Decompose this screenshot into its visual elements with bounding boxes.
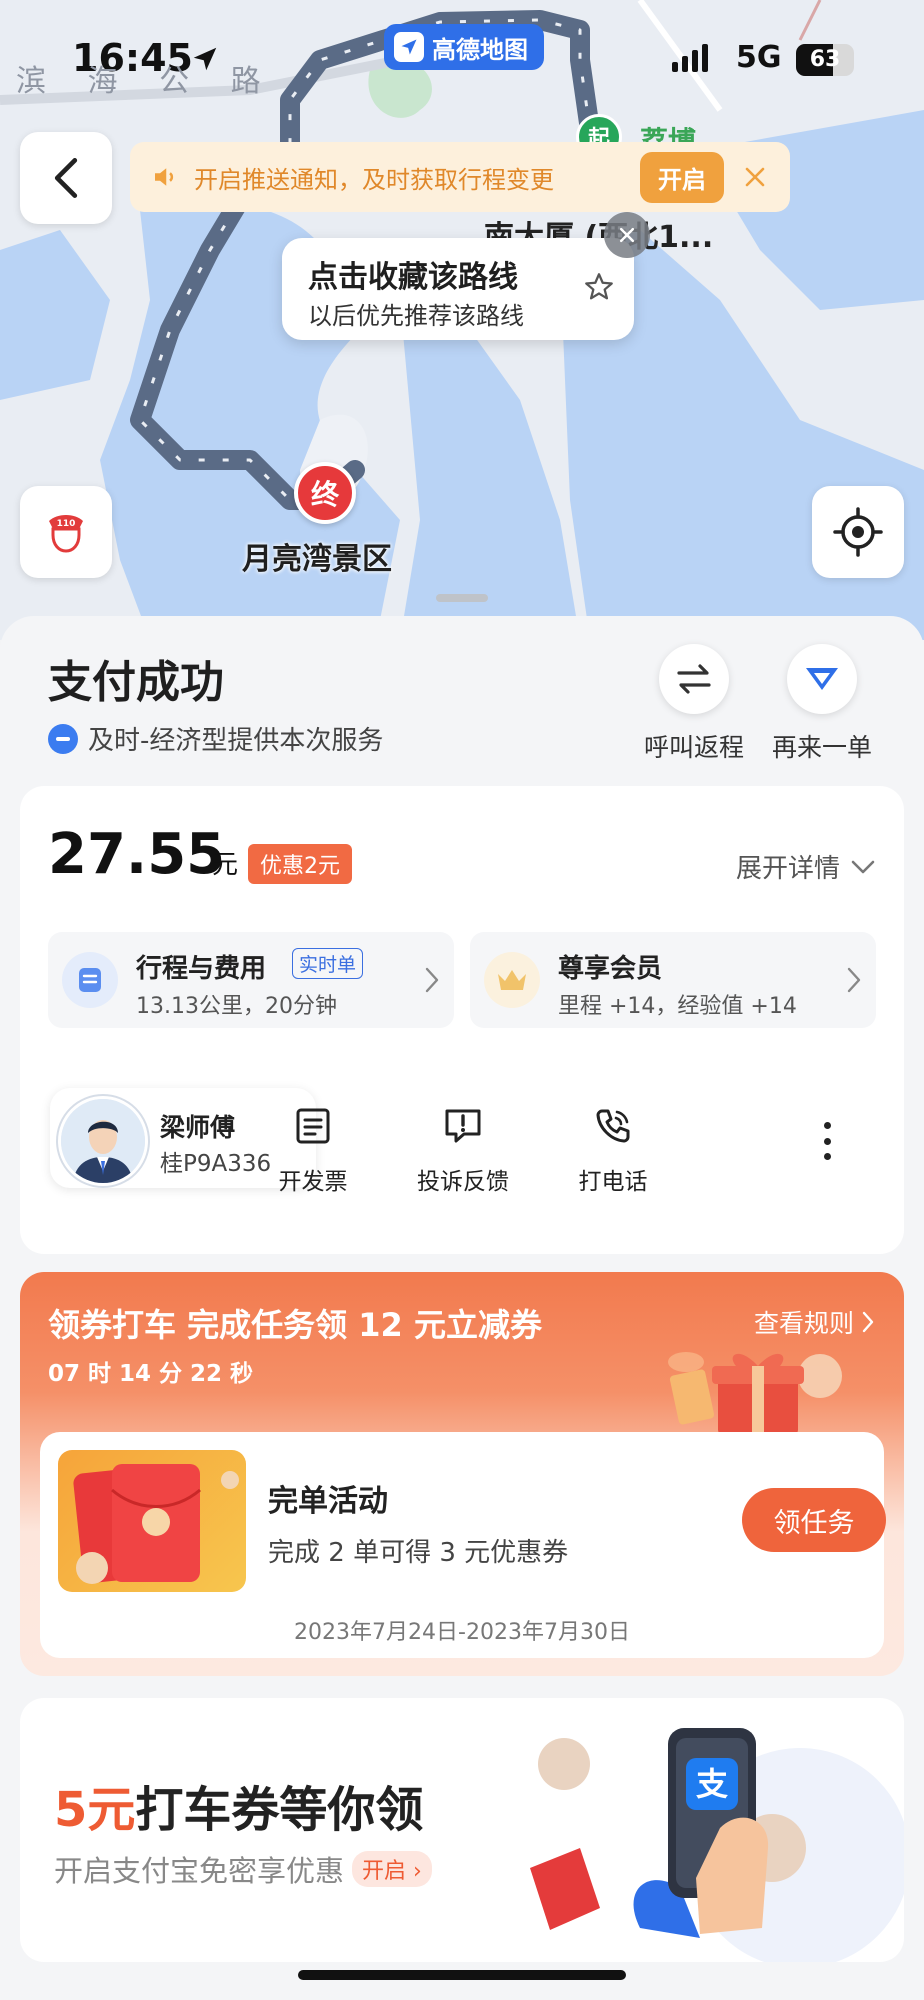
- alipay-promo-subtitle-text: 开启支付宝免密享优惠: [54, 1854, 345, 1888]
- speaker-icon: [150, 160, 184, 194]
- back-button[interactable]: [20, 132, 112, 224]
- enable-notification-button[interactable]: 开启: [640, 151, 724, 203]
- complaint-feedback-label: 投诉反馈: [417, 1169, 509, 1195]
- service-provider: 及时-经济型提供本次服务: [48, 720, 383, 757]
- sheet-drag-handle[interactable]: [436, 594, 488, 602]
- destination-label: 月亮湾景区: [242, 542, 392, 577]
- alipay-open-button[interactable]: 开启 ›: [352, 1851, 432, 1887]
- invoice-button[interactable]: 开发票: [248, 1104, 378, 1196]
- network-type: 5G: [736, 40, 782, 75]
- fare-unit: 元: [212, 850, 239, 880]
- alipay-open-label: 开启: [362, 1859, 407, 1884]
- alipay-promo-amount: 5元: [54, 1782, 136, 1838]
- more-options-button[interactable]: [812, 1116, 842, 1166]
- alipay-logo-glyph: 支: [696, 1765, 728, 1803]
- invoice-label: 开发票: [278, 1169, 348, 1195]
- promo-title: 领券打车 完成任务领 12 元立减券: [48, 1306, 542, 1344]
- reorder-button[interactable]: 再来一单: [762, 644, 882, 764]
- send-icon: [787, 644, 857, 714]
- task-card: 完单活动 完成 2 单可得 3 元优惠券 领任务 2023年7月24日-2023…: [40, 1432, 886, 1658]
- route-map[interactable]: 16:45 高德地图 5G 63 滨 海 公 路 起 荔博 南大厦 (西北1..…: [0, 0, 924, 640]
- crosshair-icon: [833, 507, 883, 557]
- provider-logo-icon: [48, 723, 78, 754]
- chevron-right-icon: [862, 1311, 874, 1333]
- alipay-promo-card[interactable]: 5元打车券等你领 开启支付宝免密享优惠 开启 › 支: [20, 1698, 904, 1962]
- provider-text: 及时-经济型提供本次服务: [88, 726, 384, 756]
- red-envelope-image: [58, 1450, 246, 1592]
- svg-text:110: 110: [57, 519, 76, 529]
- trip-fee-subtitle: 13.13公里，20分钟: [136, 994, 337, 1019]
- page-title: 支付成功: [48, 657, 224, 708]
- battery-icon: 63: [796, 44, 854, 76]
- realtime-badge: 实时单: [292, 948, 364, 979]
- chevron-down-icon: [851, 860, 875, 873]
- invoice-icon: [248, 1104, 378, 1148]
- star-icon[interactable]: [582, 270, 616, 304]
- discount-badge: 优惠2元: [248, 844, 352, 884]
- app-badge[interactable]: 高德地图: [384, 24, 544, 70]
- task-title: 完单活动: [268, 1484, 388, 1519]
- return-trip-button[interactable]: 呼叫返程: [634, 644, 754, 764]
- claim-task-button[interactable]: 领任务: [742, 1488, 886, 1552]
- favorite-route-tip[interactable]: 点击收藏该路线 以后优先推荐该路线: [282, 238, 634, 340]
- vip-member-title: 尊享会员: [558, 954, 663, 984]
- countdown-timer: 07 时 14 分 22 秒: [48, 1361, 254, 1387]
- close-favorite-tip-button[interactable]: [604, 212, 650, 258]
- close-icon: [745, 167, 765, 187]
- police-badge-icon: 110: [49, 515, 83, 553]
- call-driver-label: 打电话: [578, 1169, 648, 1195]
- reorder-label: 再来一单: [771, 733, 872, 762]
- police-110-button[interactable]: 110: [20, 486, 112, 578]
- close-icon: [619, 227, 635, 243]
- feedback-icon: [398, 1104, 528, 1148]
- notice-text: 开启推送通知，及时获取行程变更: [194, 165, 554, 194]
- alipay-promo-title: 5元打车券等你领: [54, 1770, 423, 1840]
- phone-icon: [548, 1104, 678, 1148]
- fare-card: 27.55 元 优惠2元 展开详情 行程与费用 实时单 13.13公里，20分钟…: [20, 786, 904, 1254]
- chevron-right-icon: [425, 967, 439, 993]
- locate-me-button[interactable]: [812, 486, 904, 578]
- vip-member-tile[interactable]: 尊享会员 里程 +14，经验值 +14: [470, 932, 876, 1028]
- road-label: 滨 海 公 路: [16, 64, 277, 99]
- alipay-phone-illustration: 支: [530, 1728, 904, 1962]
- receipt-icon: [62, 952, 118, 1008]
- battery-level: 63: [809, 47, 841, 72]
- gift-box-icon: [668, 1352, 842, 1434]
- expand-details-button[interactable]: 展开详情: [736, 848, 876, 885]
- favorite-tip-title: 点击收藏该路线: [308, 260, 518, 295]
- task-date-range: 2023年7月24日-2023年7月30日: [294, 1620, 630, 1645]
- alipay-promo-title-rest: 打车券等你领: [135, 1782, 424, 1838]
- call-driver-button[interactable]: 打电话: [548, 1104, 678, 1196]
- coupon-task-promo: 领券打车 完成任务领 12 元立减券 07 时 14 分 22 秒 查看规则 完…: [20, 1272, 904, 1676]
- end-pin[interactable]: 终: [294, 462, 356, 524]
- gaode-logo-icon: [394, 32, 424, 62]
- trip-fee-title: 行程与费用: [136, 954, 267, 984]
- chevron-left-icon: [54, 158, 78, 198]
- vip-member-subtitle: 里程 +14，经验值 +14: [558, 994, 797, 1019]
- alipay-promo-subtitle: 开启支付宝免密享优惠 开启 ›: [54, 1848, 432, 1890]
- driver-name: 梁师傅: [160, 1113, 236, 1142]
- fare-amount: 27.55: [48, 822, 226, 887]
- expand-details-label: 展开详情: [735, 854, 840, 884]
- push-notice-banner: 开启推送通知，及时获取行程变更 开启: [130, 142, 790, 212]
- complaint-feedback-button[interactable]: 投诉反馈: [398, 1104, 528, 1196]
- chevron-right-icon: [847, 967, 861, 993]
- signal-icon: [672, 44, 708, 72]
- home-indicator: [298, 1970, 626, 1980]
- swap-arrows-icon: [659, 644, 729, 714]
- favorite-tip-subtitle: 以后优先推荐该路线: [308, 302, 524, 330]
- return-trip-label: 呼叫返程: [643, 733, 744, 762]
- task-subtitle: 完成 2 单可得 3 元优惠券: [268, 1538, 569, 1568]
- driver-avatar: [58, 1096, 148, 1186]
- crown-icon: [484, 952, 540, 1008]
- app-badge-label: 高德地图: [432, 35, 528, 64]
- close-notice-button[interactable]: [740, 162, 770, 192]
- trip-fee-tile[interactable]: 行程与费用 实时单 13.13公里，20分钟: [48, 932, 454, 1028]
